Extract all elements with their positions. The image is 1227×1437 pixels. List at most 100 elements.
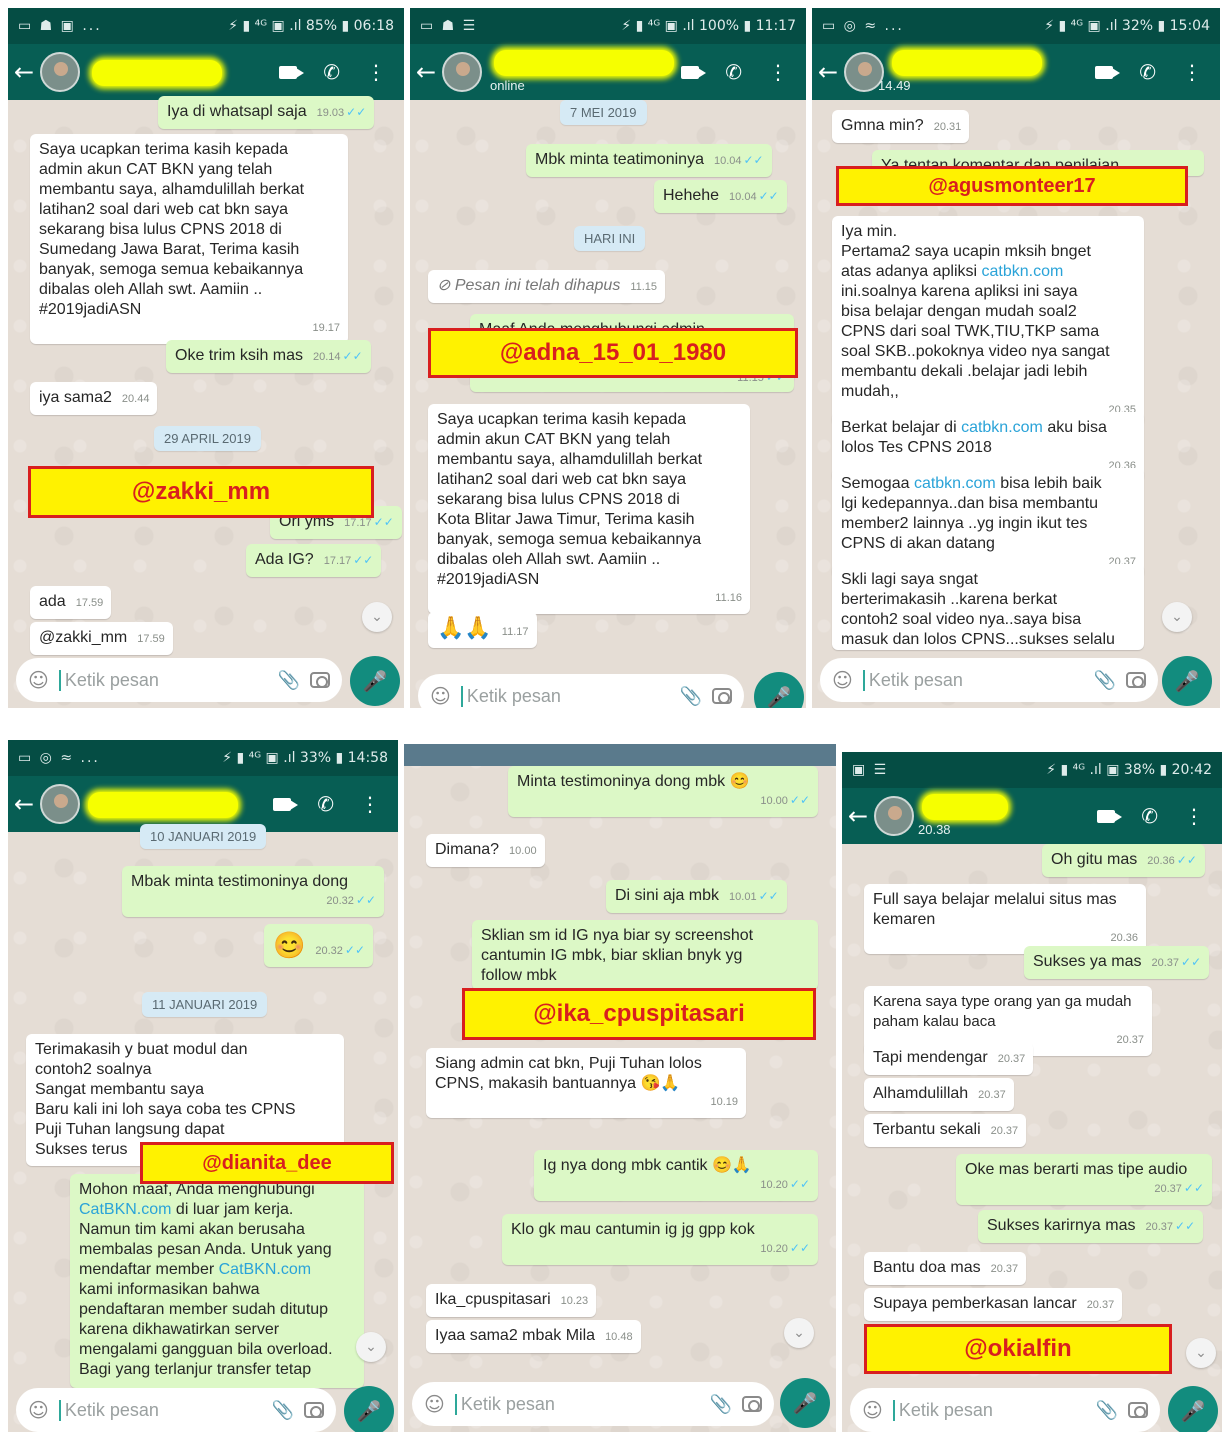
link[interactable]: catbkn.com xyxy=(982,263,1064,280)
back-arrow-icon[interactable]: ← xyxy=(848,802,870,830)
message-out[interactable]: Oke trim ksih mas 20.14 ✓✓ xyxy=(166,340,371,373)
message-input[interactable]: Ketik pesan xyxy=(892,1399,1086,1421)
voice-call-icon[interactable]: ✆ xyxy=(725,60,742,84)
message-in[interactable]: ada 17.59 xyxy=(30,586,112,619)
message-out[interactable]: Ada IG? 17.17 ✓✓ xyxy=(246,544,382,577)
avatar[interactable] xyxy=(40,52,80,92)
message-in[interactable]: Bantu doa mas 20.37 xyxy=(864,1252,1027,1285)
message-out[interactable]: Sklian sm id IG nya biar sy screenshot c… xyxy=(472,920,818,990)
link[interactable]: CatBKN.com xyxy=(219,1261,311,1278)
message-in[interactable]: Terbantu sekali 20.37 xyxy=(864,1114,1027,1147)
message-input[interactable]: Ketik pesan xyxy=(454,1393,700,1415)
message-out[interactable]: 😊 20.32 ✓✓ xyxy=(264,924,374,967)
link[interactable]: CatBKN.com xyxy=(79,1201,171,1218)
message-input-bar[interactable]: ☺ Ketik pesan 📎 xyxy=(16,1388,336,1432)
camera-icon[interactable] xyxy=(1128,1402,1148,1418)
camera-icon[interactable] xyxy=(310,672,330,688)
message-out[interactable]: Sukses ya mas 20.37 ✓✓ xyxy=(1024,946,1210,979)
scroll-down-button[interactable]: ⌄ xyxy=(784,1318,814,1348)
camera-icon[interactable] xyxy=(304,1402,324,1418)
message-input[interactable]: Ketik pesan xyxy=(460,685,670,707)
attach-icon[interactable]: 📎 xyxy=(1094,670,1116,691)
back-arrow-icon[interactable]: ← xyxy=(818,58,840,86)
attach-icon[interactable]: 📎 xyxy=(710,1394,732,1415)
attach-icon[interactable]: 📎 xyxy=(272,1400,294,1421)
message-in[interactable]: Gmna min? 20.31 xyxy=(832,110,970,143)
message-in[interactable]: Siang admin cat bkn, Puji Tuhan lolos CP… xyxy=(426,1048,746,1118)
voice-call-icon[interactable]: ✆ xyxy=(1141,804,1158,828)
back-arrow-icon[interactable]: ← xyxy=(14,790,36,818)
more-options-icon[interactable]: ⋮ xyxy=(768,60,788,84)
video-call-icon[interactable] xyxy=(1095,65,1121,79)
mic-button[interactable]: 🎤 xyxy=(350,656,400,706)
scroll-down-button[interactable]: ⌄ xyxy=(1186,1338,1216,1368)
message-out[interactable]: Klo gk mau cantumin ig jg gpp kok 10.20 ✓✓ xyxy=(502,1214,818,1265)
video-call-icon[interactable] xyxy=(273,797,299,811)
message-in[interactable]: Semogaa catbkn.com bisa lebih baik lgi k… xyxy=(832,468,1144,578)
message-out[interactable]: Minta testimoninya dong mbk 😊 10.00 ✓✓ xyxy=(508,766,818,817)
message-in[interactable]: Supaya pemberkasan lancar 20.37 xyxy=(864,1288,1123,1321)
message-input-bar[interactable]: ☺ Ketik pesan 📎 xyxy=(850,1388,1160,1432)
message-input[interactable]: Ketik pesan xyxy=(862,669,1084,691)
message-in[interactable]: Saya ucapkan terima kasih kepada admin a… xyxy=(30,134,348,344)
message-in[interactable]: Alhamdulillah 20.37 xyxy=(864,1078,1014,1111)
message-out[interactable]: Mbak minta testimoninya dong 20.32 ✓✓ xyxy=(122,866,384,917)
mic-button[interactable]: 🎤 xyxy=(754,672,804,708)
back-arrow-icon[interactable]: ← xyxy=(14,58,36,86)
link[interactable]: catbkn.com xyxy=(961,419,1043,436)
attach-icon[interactable]: 📎 xyxy=(680,686,702,707)
message-in[interactable]: Full saya belajar melalui situs mas kema… xyxy=(864,884,1146,954)
more-options-icon[interactable]: ⋮ xyxy=(1182,60,1202,84)
emoji-icon[interactable]: ☺ xyxy=(862,1398,883,1422)
mic-button[interactable]: 🎤 xyxy=(344,1386,394,1432)
message-in[interactable]: ⊘ Pesan ini telah dihapus 11.15 xyxy=(428,270,666,303)
emoji-icon[interactable]: ☺ xyxy=(424,1392,445,1416)
message-out[interactable]: Oke mas berarti mas tipe audio 20.37 ✓✓ xyxy=(956,1154,1212,1205)
message-out[interactable]: Oh gitu mas 20.36 ✓✓ xyxy=(1042,844,1205,877)
message-in[interactable]: 🙏🙏 11.17 xyxy=(428,612,537,648)
message-in[interactable]: Ika_cpuspitasari 10.23 xyxy=(426,1284,597,1317)
message-in[interactable]: @zakki_mm 17.59 xyxy=(30,622,173,655)
emoji-icon[interactable]: ☺ xyxy=(28,668,49,692)
scroll-down-button[interactable]: ⌄ xyxy=(362,602,392,632)
mic-button[interactable]: 🎤 xyxy=(1162,656,1212,706)
message-input-bar[interactable]: ☺ Ketik pesan 📎 xyxy=(16,658,342,702)
message-input-bar[interactable]: ☺ Ketik pesan 📎 xyxy=(418,674,744,708)
scroll-down-button[interactable]: ⌄ xyxy=(356,1332,386,1362)
mic-button[interactable]: 🎤 xyxy=(1168,1386,1218,1432)
message-out[interactable]: Hehehe 10.04 ✓✓ xyxy=(654,180,787,213)
message-in[interactable]: Saya ucapkan terima kasih kepada admin a… xyxy=(428,404,750,614)
camera-icon[interactable] xyxy=(742,1396,762,1412)
message-input-bar[interactable]: ☺ Ketik pesan 📎 xyxy=(820,658,1158,702)
video-call-icon[interactable] xyxy=(681,65,707,79)
more-options-icon[interactable]: ⋮ xyxy=(366,60,386,84)
back-arrow-icon[interactable]: ← xyxy=(416,58,438,86)
message-out[interactable]: Di sini aja mbk 10.01 ✓✓ xyxy=(606,880,787,913)
more-options-icon[interactable]: ⋮ xyxy=(1184,804,1204,828)
message-out[interactable]: Mohon maaf, Anda menghubungi CatBKN.com … xyxy=(70,1174,364,1388)
message-in[interactable]: iya sama2 20.44 xyxy=(30,382,158,415)
link[interactable]: catbkn.com xyxy=(914,475,996,492)
attach-icon[interactable]: 📎 xyxy=(278,670,300,691)
avatar[interactable] xyxy=(874,796,914,836)
message-input[interactable]: Ketik pesan xyxy=(58,1399,262,1421)
message-in[interactable]: Tapi mendengar 20.37 xyxy=(864,1042,1034,1075)
message-input[interactable]: Ketik pesan xyxy=(58,669,268,691)
message-out[interactable]: Ig nya dong mbk cantik 😊🙏 10.20 ✓✓ xyxy=(534,1150,818,1201)
voice-call-icon[interactable]: ✆ xyxy=(1139,60,1156,84)
emoji-icon[interactable]: ☺ xyxy=(430,684,451,708)
message-in[interactable]: Skli lagi saya sngat berterimakasih ..ka… xyxy=(832,564,1144,650)
camera-icon[interactable] xyxy=(712,688,732,704)
message-out[interactable]: Iya di whatsapl saja 19.03 ✓✓ xyxy=(158,96,375,129)
message-out[interactable]: Mbk minta teatimoninya 10.04 ✓✓ xyxy=(526,144,772,177)
emoji-icon[interactable]: ☺ xyxy=(832,668,853,692)
video-call-icon[interactable] xyxy=(1097,809,1123,823)
mic-button[interactable]: 🎤 xyxy=(780,1378,830,1428)
video-call-icon[interactable] xyxy=(279,65,305,79)
attach-icon[interactable]: 📎 xyxy=(1096,1400,1118,1421)
message-in[interactable]: Iya min. Pertama2 saya ucapin mksih bnge… xyxy=(832,216,1144,426)
emoji-icon[interactable]: ☺ xyxy=(28,1398,49,1422)
more-options-icon[interactable]: ⋮ xyxy=(360,792,380,816)
message-input-bar[interactable]: ☺ Ketik pesan 📎 xyxy=(412,1382,774,1426)
message-out[interactable]: Sukses karirnya mas 20.37 ✓✓ xyxy=(978,1210,1204,1243)
